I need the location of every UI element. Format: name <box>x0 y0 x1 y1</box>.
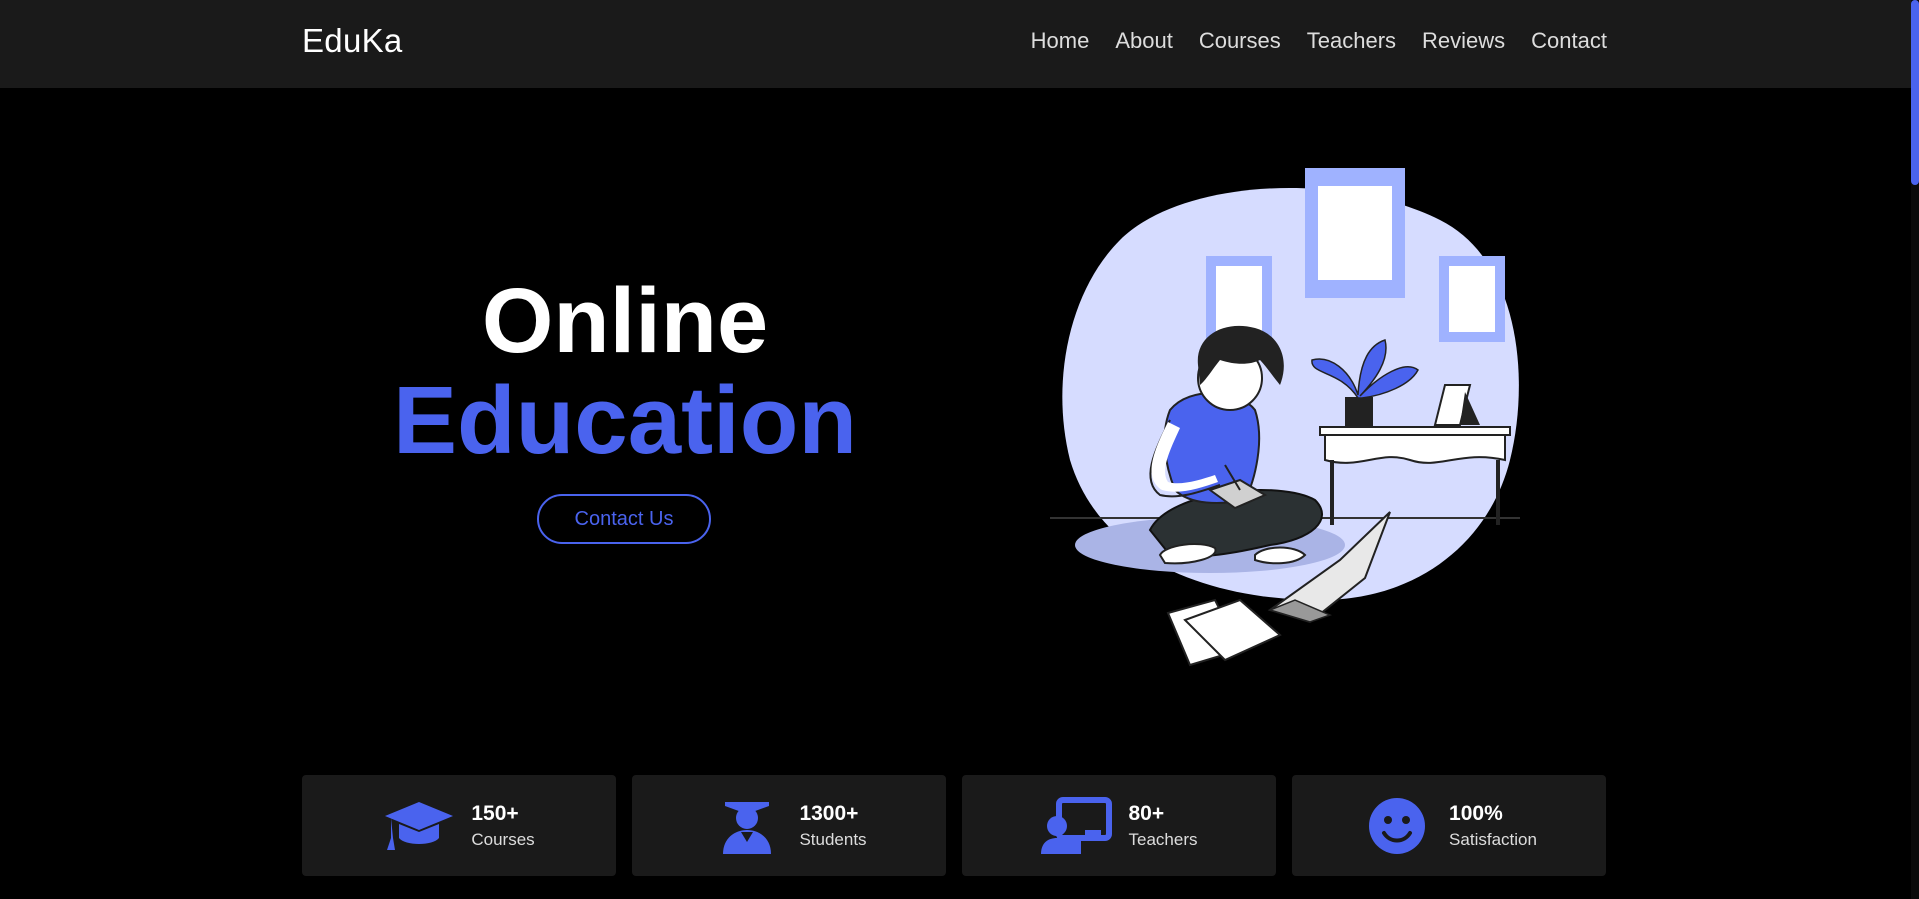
hero-title-line2: Education <box>392 367 857 474</box>
stat-card-satisfaction: 100% Satisfaction <box>1292 775 1606 876</box>
stat-value: 1300+ <box>799 801 859 825</box>
stats-row: 150+ Courses 1300+ Students 80+ Teachers… <box>302 775 1606 876</box>
smile-icon <box>1361 796 1433 856</box>
stat-label: Students <box>799 829 867 849</box>
nav-link-reviews[interactable]: Reviews <box>1422 28 1505 54</box>
graduation-cap-icon <box>383 796 455 856</box>
hero-title-line1: Online <box>481 270 769 372</box>
stat-card-students: 1300+ Students <box>632 775 946 876</box>
stat-value: 150+ <box>471 801 519 825</box>
stat-value: 100% <box>1449 801 1503 825</box>
navbar: EduKa Home About Courses Teachers Review… <box>0 0 1919 88</box>
nav-link-courses[interactable]: Courses <box>1199 28 1281 54</box>
contact-us-button[interactable]: Contact Us <box>537 494 711 544</box>
student-icon <box>711 796 783 856</box>
scrollbar-track[interactable] <box>1911 0 1919 899</box>
stat-label: Courses <box>471 829 535 849</box>
stat-label: Teachers <box>1128 829 1198 849</box>
hero-illustration <box>1050 168 1520 667</box>
stat-value: 80+ <box>1128 801 1165 825</box>
nav-link-home[interactable]: Home <box>1031 28 1090 54</box>
nav-link-contact[interactable]: Contact <box>1531 28 1607 54</box>
stat-label: Satisfaction <box>1449 829 1537 849</box>
scrollbar-thumb[interactable] <box>1911 0 1919 185</box>
nav-link-teachers[interactable]: Teachers <box>1307 28 1396 54</box>
nav-link-about[interactable]: About <box>1115 28 1173 54</box>
stat-card-courses: 150+ Courses <box>302 775 616 876</box>
teacher-icon <box>1040 796 1113 856</box>
nav-links: Home About Courses Teachers Reviews Cont… <box>1031 28 1607 54</box>
brand-logo[interactable]: EduKa <box>302 22 403 60</box>
stat-card-teachers: 80+ Teachers <box>962 775 1276 876</box>
